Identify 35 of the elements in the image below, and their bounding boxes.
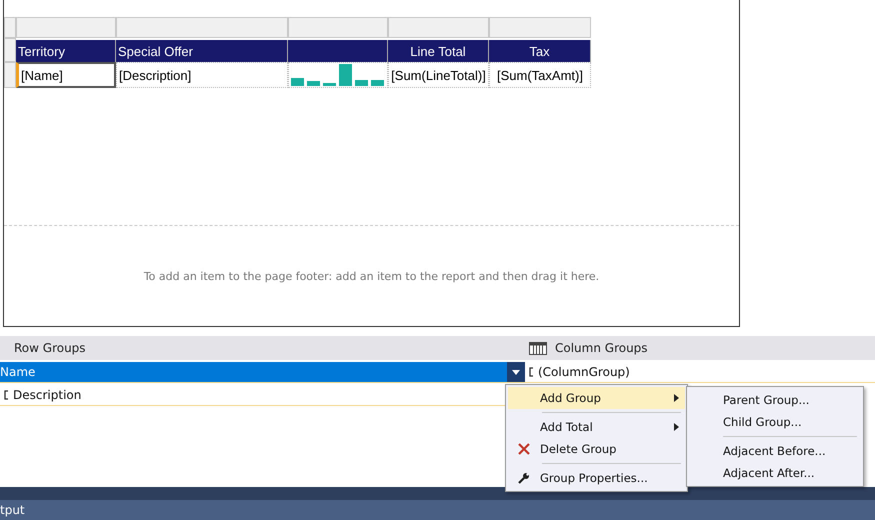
column-handle[interactable] bbox=[16, 17, 116, 38]
column-handle[interactable] bbox=[288, 17, 388, 38]
row-handle[interactable] bbox=[4, 62, 16, 88]
table-cell: [Description] bbox=[116, 62, 288, 88]
menu-item[interactable]: Child Group... bbox=[689, 411, 861, 433]
wrench-icon bbox=[518, 472, 530, 484]
column-handle[interactable] bbox=[116, 17, 288, 38]
table-cell: [Sum(LineTotal)] bbox=[388, 62, 489, 88]
submenu-arrow-icon bbox=[674, 394, 679, 402]
column-handle[interactable] bbox=[489, 17, 591, 38]
column-header: Tax bbox=[489, 40, 591, 62]
row-handle[interactable] bbox=[4, 38, 16, 62]
submenu-arrow-icon bbox=[674, 423, 679, 431]
table-cell: [Name] bbox=[16, 62, 116, 88]
grid-icon bbox=[529, 342, 547, 354]
menu-item[interactable]: Adjacent After... bbox=[689, 462, 861, 484]
bracket-icon bbox=[4, 390, 9, 400]
menu-item[interactable]: Parent Group... bbox=[689, 389, 861, 411]
column-handle[interactable] bbox=[388, 17, 489, 38]
row-groups-title: Row Groups bbox=[14, 341, 86, 355]
output-panel-title: tput bbox=[0, 503, 25, 517]
column-header: Line Total bbox=[388, 40, 489, 62]
footer-hint: To add an item to the page footer: add an item to the report and then drag it here. bbox=[144, 270, 600, 282]
menu-item[interactable]: Delete Group bbox=[508, 438, 685, 460]
dropdown-button[interactable] bbox=[507, 362, 525, 382]
column-groups-title: Column Groups bbox=[555, 341, 648, 355]
column-header: Special Offer bbox=[116, 40, 288, 62]
menu-item[interactable]: Add Group bbox=[508, 387, 685, 409]
table-cell: [Sum(TaxAmt)] bbox=[489, 62, 591, 88]
caret-icon bbox=[512, 370, 520, 374]
column-header: Territory bbox=[16, 40, 116, 62]
corner-handle[interactable] bbox=[4, 17, 16, 38]
bracket-icon bbox=[529, 367, 534, 377]
delete-icon bbox=[518, 443, 530, 455]
group-row[interactable]: Name bbox=[0, 362, 525, 383]
